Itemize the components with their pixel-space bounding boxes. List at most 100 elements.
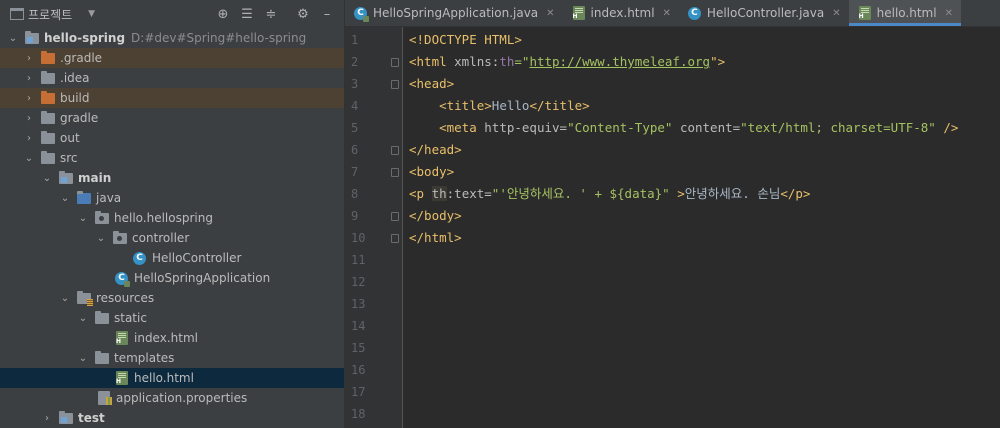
line-number: 5 [351,121,359,135]
namespace: th [499,54,515,69]
tree-item-label: hello.html [134,371,194,385]
tab-hello-controller[interactable]: C HelloController.java ✕ [679,0,849,26]
source-folder-icon [58,411,74,425]
code-line: <meta http-equiv="Content-Type" content=… [403,117,1000,139]
tree-item-label: templates [114,351,175,365]
tree-item-out[interactable]: › out [0,128,344,148]
chevron-down-icon[interactable]: ▼ [88,9,95,19]
line-number: 8 [351,187,359,201]
chevron-down-icon[interactable]: ⌄ [40,173,54,184]
attr-value: "Content-Type" [567,120,673,135]
chevron-down-icon[interactable]: ⌄ [58,293,72,304]
locate-icon[interactable]: ⊕ [212,3,234,25]
attr: :text= [446,186,492,201]
tree-item-label: src [60,151,78,165]
class-icon: C [132,251,148,265]
project-panel-title[interactable]: 프로젝트 [28,6,72,23]
tree-item-templates[interactable]: ⌄ templates [0,348,344,368]
tree-item-java[interactable]: ⌄ java [0,188,344,208]
spring-class-icon: C [353,6,369,22]
tree-item-test[interactable]: › test [0,408,344,428]
p-text: 안녕하세요. 손님 [684,186,781,201]
tab-hello-html[interactable]: H hello.html ✕ [848,0,962,26]
title-text: Hello [491,98,530,113]
package-icon [112,231,128,245]
fold-icon[interactable] [391,80,399,89]
tree-item-label: test [78,411,105,425]
tree-item-label: index.html [134,331,198,345]
head-open-tag: <head> [409,76,455,91]
chevron-down-icon[interactable]: ⌄ [94,233,108,244]
fold-icon[interactable] [391,58,399,67]
fold-icon[interactable] [391,168,399,177]
tree-item-hello-spring-application[interactable]: C HelloSpringApplication [0,268,344,288]
spring-class-icon: C [114,271,130,287]
namespace-url-link[interactable]: http://www.thymeleaf.org [529,54,710,69]
chevron-right-icon[interactable]: › [40,413,54,424]
chevron-down-icon[interactable]: ⌄ [6,33,20,44]
folder-icon [40,131,56,145]
resources-folder-icon [76,291,93,306]
minimize-icon[interactable]: – [316,3,338,25]
folder-icon [40,71,56,85]
tab-label: HelloSpringApplication.java [373,6,539,20]
chevron-down-icon[interactable]: ⌄ [22,153,36,164]
line-number: 17 [351,385,366,399]
close-icon[interactable]: ✕ [546,8,554,19]
tree-item-index-html[interactable]: H index.html [0,328,344,348]
code-line: </html> [391,227,1000,249]
tree-item-resources[interactable]: ⌄ resources [0,288,344,308]
tree-item-label: HelloSpringApplication [134,271,271,285]
module-folder-icon [24,31,40,45]
tree-item-build[interactable]: › build [0,88,344,108]
tab-index-html[interactable]: H index.html ✕ [563,0,679,26]
collapse-all-icon[interactable]: ≑ [260,3,282,25]
tree-item-package-controller[interactable]: ⌄ controller [0,228,344,248]
tree-item-label: hello-spring [44,31,126,45]
settings-icon[interactable]: ⚙ [292,3,314,25]
tree-item-label: HelloController [152,251,242,265]
doctype: <!DOCTYPE HTML> [409,32,522,47]
code-line: <title>Hello</title> [403,95,1000,117]
tree-item-gradle-cache[interactable]: › .gradle [0,48,344,68]
tree-item-gradle[interactable]: › gradle [0,108,344,128]
chevron-right-icon[interactable]: › [22,133,36,144]
attr: http-equiv= [484,120,568,135]
line-number: 15 [351,341,366,355]
chevron-right-icon[interactable]: › [22,53,36,64]
tree-item-main[interactable]: ⌄ main [0,168,344,188]
close-icon[interactable]: ✕ [945,8,953,19]
code-area[interactable]: 1 2 3 4 5 6 7 8 9 10 11 12 13 14 15 16 1… [345,27,1000,428]
tree-item-label: hello.hellospring [114,211,213,225]
code-line: <p th:text="'안녕하세요. ' + ${data}" >안녕하세요.… [403,183,1000,205]
chevron-right-icon[interactable]: › [22,113,36,124]
chevron-right-icon[interactable]: › [22,93,36,104]
fold-icon[interactable] [391,212,399,221]
chevron-right-icon[interactable]: › [22,73,36,84]
tree-item-static[interactable]: ⌄ static [0,308,344,328]
code-line: </body> [391,205,1000,227]
expand-all-icon[interactable]: ☰ [236,3,258,25]
attr: xmlns: [454,54,500,69]
close-icon[interactable]: ✕ [663,8,671,19]
tree-item-hello-spring[interactable]: ⌄ hello-spring D:#dev#Spring#hello-sprin… [0,28,344,48]
tree-item-package-hellospring[interactable]: ⌄ hello.hellospring [0,208,344,228]
tag-open: <html [409,54,455,69]
tree-item-hello-html[interactable]: H hello.html [0,368,344,388]
fold-icon[interactable] [391,146,399,155]
chevron-down-icon[interactable]: ⌄ [76,213,90,224]
tree-item-application-properties[interactable]: application.properties [0,388,344,408]
code-text[interactable]: <!DOCTYPE HTML> <html xmlns:th="http://w… [391,27,1000,428]
fold-icon[interactable] [391,234,399,243]
tree-item-src[interactable]: ⌄ src [0,148,344,168]
title-close-tag: </title> [529,98,590,113]
tab-hello-spring-application[interactable]: C HelloSpringApplication.java ✕ [345,0,563,26]
chevron-down-icon[interactable]: ⌄ [76,313,90,324]
tree-item-hello-controller[interactable]: C HelloController [0,248,344,268]
tab-label: hello.html [876,6,937,20]
tree-item-idea[interactable]: › .idea [0,68,344,88]
close-icon[interactable]: ✕ [832,8,840,19]
chevron-down-icon[interactable]: ⌄ [76,353,90,364]
line-number: 13 [351,297,366,311]
chevron-down-icon[interactable]: ⌄ [58,193,72,204]
